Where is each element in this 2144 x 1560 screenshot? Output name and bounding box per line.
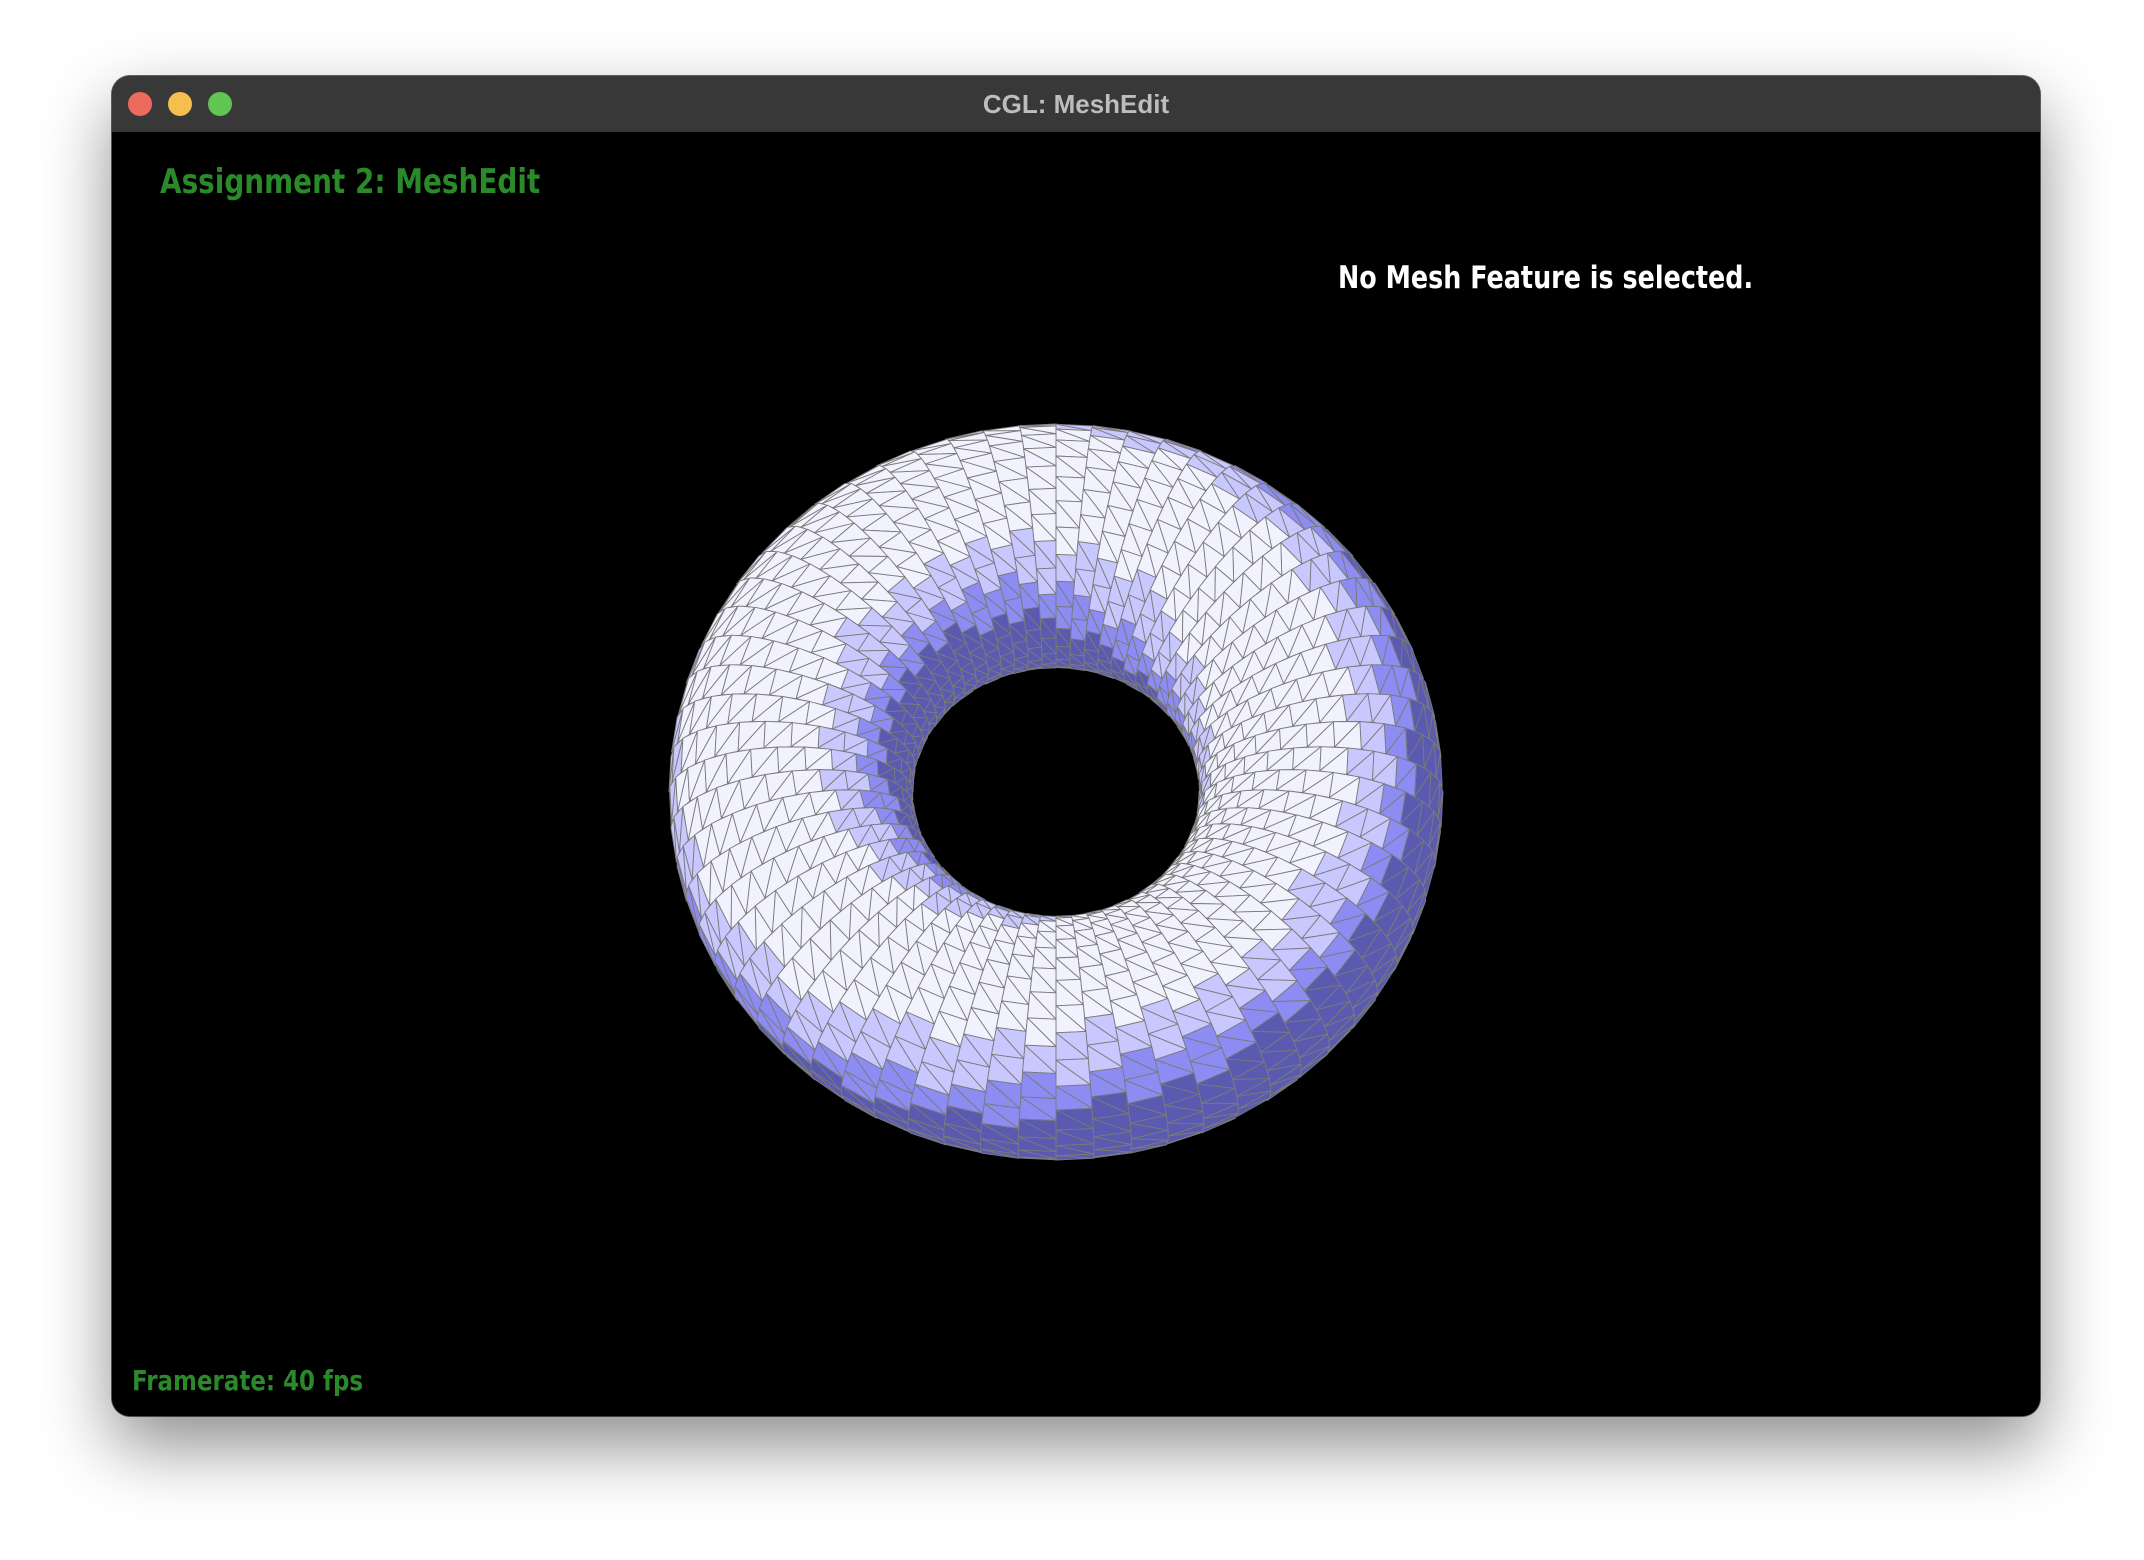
mesh-face[interactable]: [982, 425, 1022, 432]
mesh-viewport[interactable]: Assignment 2: MeshEdit No Mesh Feature i…: [112, 132, 2040, 1416]
torus-mesh[interactable]: [112, 132, 2040, 1416]
selection-status: No Mesh Feature is selected.: [1338, 260, 1754, 296]
framerate-readout: Framerate: 40 fps: [132, 1364, 364, 1397]
assignment-title: Assignment 2: MeshEdit: [160, 162, 541, 202]
mesh-face[interactable]: [944, 701, 955, 713]
mesh-face[interactable]: [974, 681, 988, 690]
app-window: CGL: MeshEdit Assignment 2: MeshEdit No …: [112, 76, 2040, 1416]
mesh-face[interactable]: [928, 722, 937, 735]
title-bar[interactable]: CGL: MeshEdit: [112, 76, 2040, 133]
window-title: CGL: MeshEdit: [982, 89, 1170, 119]
